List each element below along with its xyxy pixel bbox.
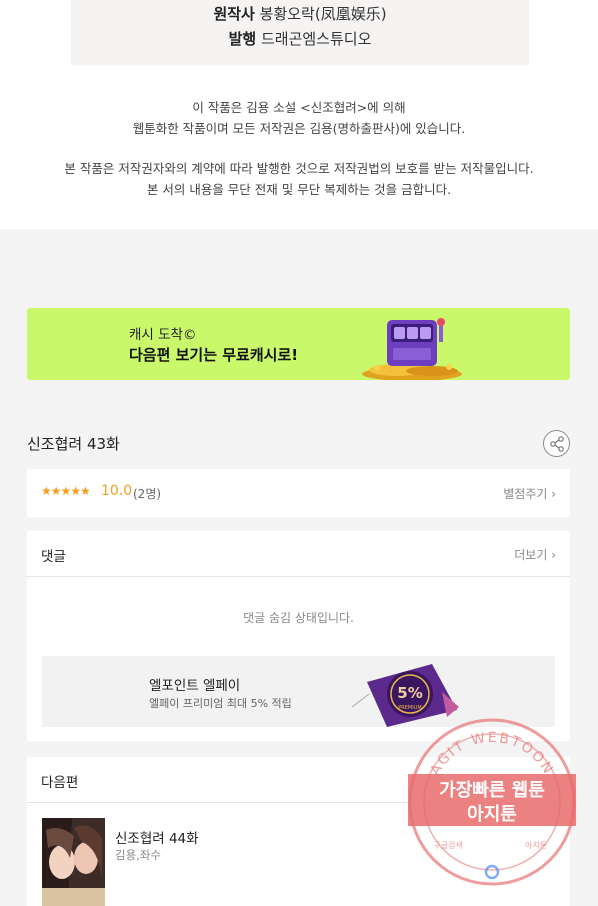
svg-text:5%: 5% xyxy=(397,684,422,702)
premium-badge-icon: 5% PREMIUM xyxy=(351,664,459,727)
banner-subtitle: 캐시 도착© xyxy=(129,327,197,343)
next-episode-section: 다음편 신조협려 44화 김용,좌수 xyxy=(27,757,570,906)
rate-button[interactable]: 별점주기 › xyxy=(503,485,556,502)
comments-more-link[interactable]: 더보기 › xyxy=(514,546,556,563)
rating-score: 10.0 xyxy=(101,483,133,499)
credits-section: 원작사 봉황오락(凤凰娱乐) 발행 드래곤엠스튜디오 이 작품은 김용 소설 <… xyxy=(0,0,598,229)
share-button[interactable] xyxy=(543,430,570,457)
rating-bar: ★★★★★ 10.0 (2명) 별점주기 › xyxy=(27,469,570,517)
notice-line: 웹툰화한 작품이며 모든 저작권은 김용(명하출판사)에 있습니다. xyxy=(132,120,466,136)
next-episode-title[interactable]: 신조협려 44화 xyxy=(115,827,199,847)
svg-text:PREMIUM: PREMIUM xyxy=(398,705,421,711)
next-episode-thumbnail[interactable] xyxy=(42,818,105,906)
credit-box: 원작사 봉황오락(凤凰娱乐) 발행 드래곤엠스튜디오 xyxy=(71,0,529,65)
next-episode-header: 다음편 xyxy=(27,757,570,803)
credit-publisher: 발행 드래곤엠스튜디오 xyxy=(228,30,372,48)
lpay-promo-banner[interactable]: 엘포인트 엘페이 엘페이 프리미엄 최대 5% 적립 5% PREMIUM xyxy=(42,656,555,727)
slot-machine-icon xyxy=(362,318,462,380)
banner-title: 다음편 보기는 무료캐시로! xyxy=(129,346,299,364)
next-episode-section-title: 다음편 xyxy=(41,775,79,791)
thumbnail-art xyxy=(42,818,105,906)
promo-subtitle: 엘페이 프리미엄 최대 5% 적립 xyxy=(149,697,292,710)
episode-title: 신조협려 43화 xyxy=(27,435,120,453)
comments-hidden-message: 댓글 숨김 상태입니다. xyxy=(243,611,354,625)
credit-original-publisher: 원작사 봉황오락(凤凰娱乐) xyxy=(213,5,387,23)
comments-section: 댓글 더보기 › 댓글 숨김 상태입니다. 엘포인트 엘페이 엘페이 프리미엄 … xyxy=(27,531,570,741)
next-episode-authors: 김용,좌수 xyxy=(115,848,161,862)
rating-count: (2명) xyxy=(133,487,162,501)
copyright-notice: 이 작품은 김용 소설 <신조협려>에 의해 웹툰화한 작품이며 모든 저작권은… xyxy=(0,98,598,200)
notice-line: 본 작품은 저작권자와의 계약에 따라 발행한 것으로 저작권법의 보호를 받는… xyxy=(64,161,534,176)
rating-stars-icon: ★★★★★ xyxy=(41,484,91,498)
notice-line: 본 서의 내용을 무단 전재 및 무단 복제하는 것을 금합니다. xyxy=(146,181,452,197)
notice-line: 이 작품은 김용 소설 <신조협려>에 의해 xyxy=(192,100,406,115)
comments-header: 댓글 더보기 › xyxy=(27,531,570,577)
promo-title: 엘포인트 엘페이 xyxy=(149,678,241,694)
free-cash-banner[interactable]: 캐시 도착© 다음편 보기는 무료캐시로! xyxy=(27,308,570,380)
comments-title: 댓글 xyxy=(41,549,66,565)
share-icon xyxy=(550,436,564,452)
